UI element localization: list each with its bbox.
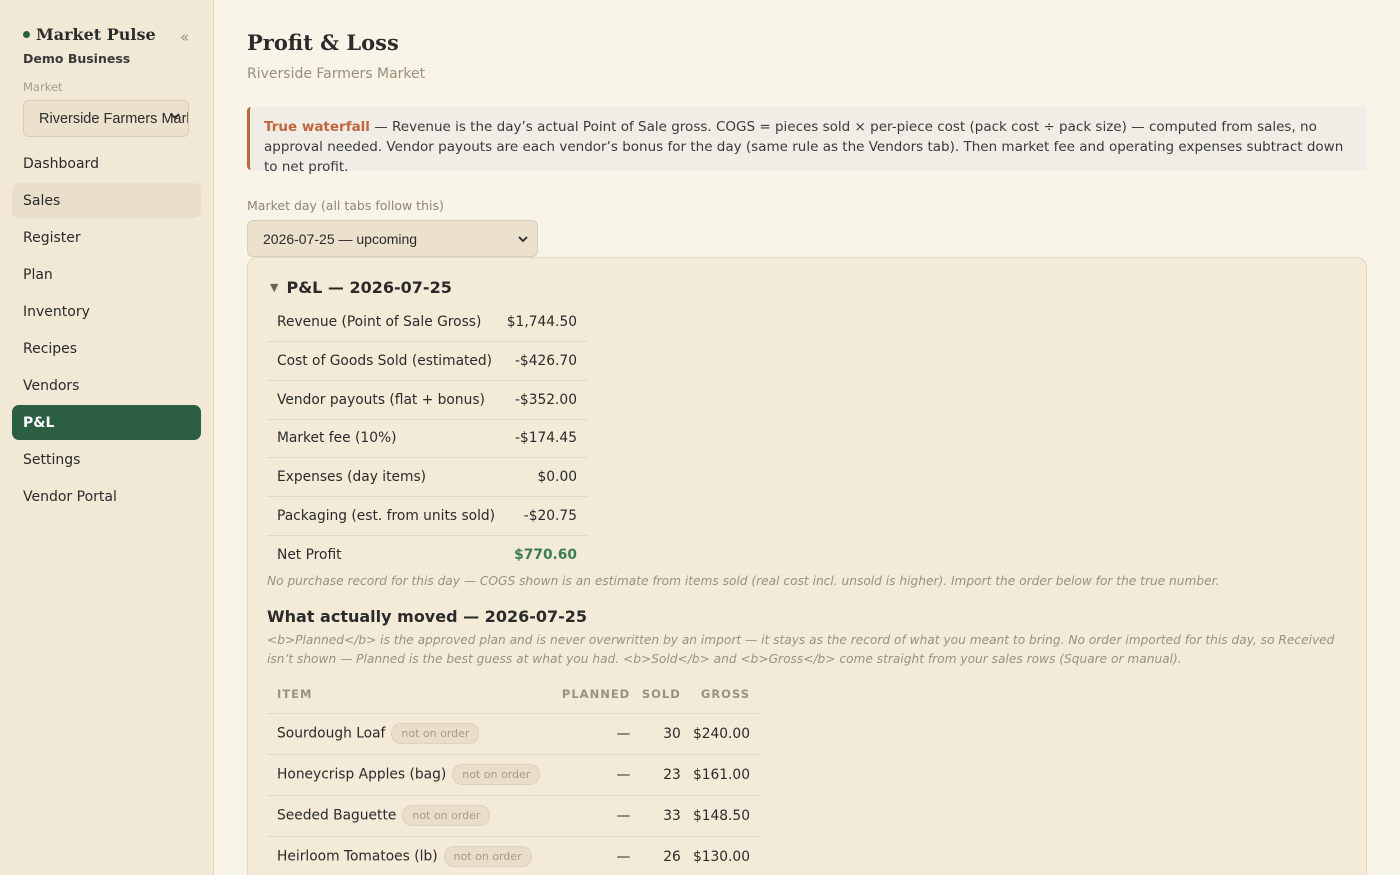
gross-cell: $130.00 [690, 836, 760, 875]
status-badge: not on order [402, 805, 491, 826]
item-cell: Heirloom Tomatoes (lb) not on order [267, 836, 560, 875]
callout-text: — Revenue is the day’s actual Point of S… [264, 119, 1344, 175]
page-subtitle: Riverside Farmers Market [247, 66, 426, 82]
market-day-select-value: 2026-07-25 — upcoming [263, 230, 418, 247]
item-cell: Honeycrisp Apples (bag) not on order [267, 754, 560, 796]
sidebar-nav: Dashboard Sales Register Plan Inventory … [12, 146, 201, 516]
moved-table: ITEM PLANNED SOLD GROSS Sourdough Loaf no… [267, 676, 760, 875]
pl-row-value: $0.00 [503, 457, 587, 497]
sidebar-item-plan[interactable]: Plan [12, 257, 201, 292]
net-profit-value: $770.60 [514, 546, 577, 563]
pl-row-label: Packaging (est. from units sold) [267, 496, 504, 536]
business-name: Demo Business [23, 51, 131, 66]
brand-dot-icon [23, 31, 30, 38]
item-name: Heirloom Tomatoes (lb) [277, 848, 438, 865]
item-name: Seeded Baguette [277, 807, 397, 824]
pl-row-value: -$352.00 [503, 380, 587, 420]
sidebar-item-vendor-portal[interactable]: Vendor Portal [12, 479, 201, 514]
pl-row-label: Market fee (10%) [267, 419, 504, 459]
market-label: Market [23, 80, 63, 94]
table-row: Seeded Baguette not on order — 33 $148.50 [267, 795, 760, 837]
status-badge: not on order [452, 764, 541, 785]
pl-row: Market fee (10%) -$174.45 [267, 419, 587, 459]
table-row: Sourdough Loaf not on order — 30 $240.00 [267, 713, 760, 755]
table-row: Honeycrisp Apples (bag) not on order — 23… [267, 754, 760, 796]
collapse-sidebar-icon[interactable]: « [180, 28, 189, 46]
sold-cell: 26 [640, 836, 691, 875]
sidebar-item-recipes[interactable]: Recipes [12, 331, 201, 366]
pl-toggle[interactable]: ▼ P&L — 2026-07-25 [270, 278, 452, 297]
chevron-down-icon [170, 113, 180, 120]
status-badge: not on order [443, 846, 532, 867]
col-gross: GROSS [690, 676, 760, 714]
pl-row-value: -$20.75 [503, 496, 587, 536]
item-name: Sourdough Loaf [277, 725, 386, 742]
pl-row-value: $1,744.50 [503, 303, 587, 343]
moved-table-header: ITEM PLANNED SOLD GROSS [267, 676, 760, 714]
pl-table: Revenue (Point of Sale Gross) $1,744.50 C… [267, 303, 587, 574]
market-day-select[interactable]: 2026-07-25 — upcoming [247, 220, 538, 257]
brand-name: Market Pulse [36, 25, 156, 44]
chevron-down-icon [518, 236, 528, 243]
pl-row: Revenue (Point of Sale Gross) $1,744.50 [267, 303, 587, 343]
col-planned: PLANNED [559, 676, 641, 714]
callout-strong: True waterfall [264, 119, 370, 135]
triangle-down-icon: ▼ [270, 281, 279, 294]
sold-cell: 33 [640, 795, 691, 837]
pl-row-label: Vendor payouts (flat + bonus) [267, 380, 504, 420]
pl-row-value: -$426.70 [503, 341, 587, 381]
sidebar-item-settings[interactable]: Settings [12, 442, 201, 477]
sidebar-item-vendors[interactable]: Vendors [12, 368, 201, 403]
moved-note: <b>Planned</b> is the approved plan and … [267, 633, 1335, 666]
market-select-value: Riverside Farmers Market [39, 110, 188, 127]
pl-note: No purchase record for this day — COGS s… [267, 574, 1220, 588]
gross-cell: $148.50 [690, 795, 760, 837]
sold-cell: 23 [640, 754, 691, 796]
sidebar-item-dashboard[interactable]: Dashboard [12, 146, 201, 181]
pl-row: Expenses (day items) $0.00 [267, 457, 587, 497]
page-title: Profit & Loss [247, 30, 399, 55]
sold-cell: 30 [640, 713, 691, 755]
col-sold: SOLD [640, 676, 691, 714]
sidebar-item-pl[interactable]: P&L [12, 405, 201, 440]
pl-row-label: Expenses (day items) [267, 457, 504, 497]
market-select[interactable]: Riverside Farmers Market [23, 100, 189, 137]
planned-cell: — [559, 754, 641, 796]
brand: Market Pulse [23, 25, 156, 44]
pl-row-label: Revenue (Point of Sale Gross) [267, 303, 504, 343]
pl-net-profit-row: Net Profit $770.60 [267, 535, 587, 574]
pl-row: Vendor payouts (flat + bonus) -$352.00 [267, 380, 587, 420]
item-name: Honeycrisp Apples (bag) [277, 766, 447, 783]
sidebar-item-sales[interactable]: Sales [12, 183, 201, 218]
col-item: ITEM [267, 676, 560, 714]
gross-cell: $161.00 [690, 754, 760, 796]
item-cell: Seeded Baguette not on order [267, 795, 560, 837]
info-callout: True waterfall — Revenue is the day’s ac… [247, 107, 1367, 175]
sidebar: Market Pulse « Demo Business Market Rive… [0, 0, 214, 875]
sidebar-item-register[interactable]: Register [12, 220, 201, 255]
pl-heading: P&L — 2026-07-25 [286, 278, 452, 297]
pl-row: Cost of Goods Sold (estimated) -$426.70 [267, 341, 587, 381]
table-row: Heirloom Tomatoes (lb) not on order — 26 … [267, 836, 760, 875]
planned-cell: — [559, 836, 641, 875]
pl-panel: ▼ P&L — 2026-07-25 Revenue (Point of Sal… [247, 257, 1367, 875]
planned-cell: — [559, 795, 641, 837]
market-day-label: Market day (all tabs follow this) [247, 198, 444, 213]
sidebar-item-inventory[interactable]: Inventory [12, 294, 201, 329]
moved-heading: What actually moved — 2026-07-25 [267, 607, 588, 626]
pl-row-value: -$174.45 [503, 419, 587, 459]
pl-row-label: Cost of Goods Sold (estimated) [267, 341, 504, 381]
item-cell: Sourdough Loaf not on order [267, 713, 560, 755]
planned-cell: — [559, 713, 641, 755]
pl-row-label: Net Profit [277, 546, 342, 563]
status-badge: not on order [391, 723, 480, 744]
pl-row: Packaging (est. from units sold) -$20.75 [267, 496, 587, 536]
gross-cell: $240.00 [690, 713, 760, 755]
